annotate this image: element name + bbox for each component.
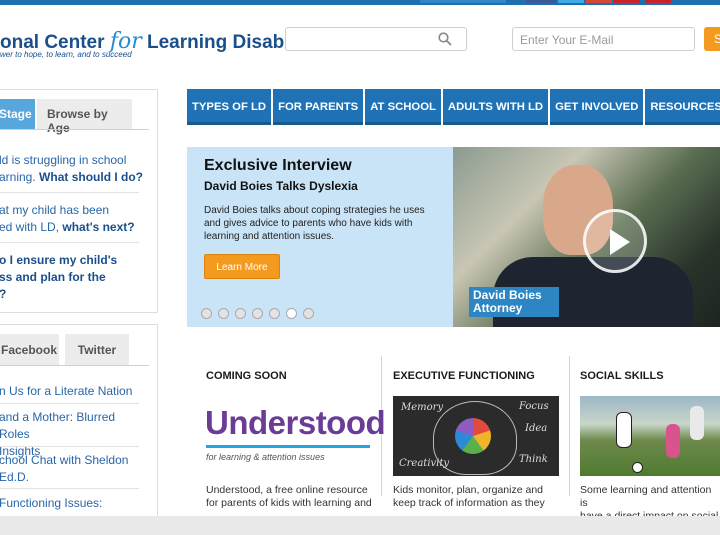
top-bar-button[interactable] xyxy=(420,0,506,3)
nav-at-school[interactable]: AT SCHOOL xyxy=(365,89,441,125)
hero-carousel: Exclusive Interview David Boies Talks Dy… xyxy=(187,147,720,327)
signup-button[interactable]: S xyxy=(704,27,720,51)
bottom-bar xyxy=(0,516,720,535)
image-word: Idea xyxy=(525,423,548,434)
understood-tagline: for learning & attention issues xyxy=(206,452,325,462)
learn-more-button[interactable]: Learn More xyxy=(204,254,280,279)
carousel-dot[interactable] xyxy=(252,308,263,319)
question-text: at my child has been xyxy=(0,203,110,217)
news-item[interactable]: chool Chat with Sheldon Ed.D. xyxy=(0,452,147,486)
column-text: Understood, a free online resource for p… xyxy=(206,484,372,510)
browse-panel: Stage Browse by Age ld is struggling in … xyxy=(0,89,158,313)
divider xyxy=(569,356,570,496)
carousel-dot[interactable] xyxy=(286,308,297,319)
soccer-ball xyxy=(632,462,643,473)
question-item[interactable]: ld is struggling in school arning. What … xyxy=(0,152,144,186)
main-nav: TYPES OF LD FOR PARENTS AT SCHOOL ADULTS… xyxy=(187,89,720,125)
news-item[interactable]: Functioning Issues: xyxy=(0,495,147,512)
search-icon[interactable] xyxy=(438,32,452,46)
social-skills-image[interactable] xyxy=(580,396,720,476)
play-triangle xyxy=(610,229,630,255)
tab-browse-by-age[interactable]: Browse by Age xyxy=(37,99,132,135)
caption-role: Attorney xyxy=(473,301,523,315)
logo-underline xyxy=(206,445,370,448)
column-text-line: keep track of information as they xyxy=(393,497,545,509)
carousel-dot[interactable] xyxy=(303,308,314,319)
column-title[interactable]: COMING SOON xyxy=(206,370,287,382)
executive-functioning-image[interactable]: Memory Focus Idea Creativity Think xyxy=(393,396,559,476)
question-item[interactable]: at my child has been ed with LD, what's … xyxy=(0,202,144,236)
understood-logo[interactable]: Understood xyxy=(205,404,386,442)
carousel-dot[interactable] xyxy=(235,308,246,319)
social-panel: Facebook Twitter n Us for a Literate Nat… xyxy=(0,324,158,524)
news-text: and a Mother: Blurred Roles xyxy=(0,410,116,441)
nav-types-of-ld[interactable]: TYPES OF LD xyxy=(187,89,272,125)
facebook-icon[interactable] xyxy=(526,0,556,3)
nav-for-parents[interactable]: FOR PARENTS xyxy=(273,89,364,125)
hero-title: Exclusive Interview xyxy=(204,157,352,174)
nav-resources[interactable]: RESOURCES xyxy=(645,89,720,125)
pinterest-icon[interactable] xyxy=(614,0,640,3)
image-word: Think xyxy=(519,454,548,465)
email-field[interactable]: Enter Your E-Mail xyxy=(512,27,695,51)
news-item[interactable]: n Us for a Literate Nation xyxy=(0,383,147,400)
question-item[interactable]: o I ensure my child's ss and plan for th… xyxy=(0,252,144,303)
question-link[interactable]: ? xyxy=(0,287,6,301)
tab-facebook[interactable]: Facebook xyxy=(0,334,59,365)
youtube-icon[interactable] xyxy=(645,0,671,3)
video-caption: David Boies Attorney xyxy=(469,287,559,317)
column-title[interactable]: EXECUTIVE FUNCTIONING xyxy=(393,370,535,382)
divider xyxy=(0,446,139,447)
news-text: Ed.D. xyxy=(0,470,30,484)
divider xyxy=(0,488,139,489)
carousel-dots xyxy=(201,308,320,319)
caption-name: David Boies xyxy=(473,288,542,302)
column-text: Kids monitor, plan, organize and keep tr… xyxy=(393,484,545,510)
column-text-line: Some learning and attention is xyxy=(580,484,712,509)
column-text-line: Kids monitor, plan, organize and xyxy=(393,484,544,496)
question-text: ed with LD, xyxy=(0,220,63,234)
nav-adults-with-ld[interactable]: ADULTS WITH LD xyxy=(442,89,549,125)
tab-browse-by-stage[interactable]: Stage xyxy=(0,99,35,129)
image-word: Focus xyxy=(519,401,549,412)
carousel-dot[interactable] xyxy=(269,308,280,319)
news-text: n Us for a Literate Nation xyxy=(0,384,133,398)
hero-text-panel: Exclusive Interview David Boies Talks Dy… xyxy=(187,147,453,327)
image-word: Memory xyxy=(401,402,444,413)
question-link[interactable]: what's next? xyxy=(62,220,134,234)
column-title[interactable]: SOCIAL SKILLS xyxy=(580,370,664,382)
nav-get-involved[interactable]: GET INVOLVED xyxy=(550,89,644,125)
color-wheel xyxy=(455,418,491,454)
divider xyxy=(0,192,139,193)
hero-subtitle: David Boies Talks Dyslexia xyxy=(204,179,358,193)
column-text-line: Understood, a free online resource xyxy=(206,484,368,496)
hero-photo[interactable]: David Boies Attorney xyxy=(453,147,720,327)
site-tagline: wer to hope, to learn, and to succeed xyxy=(0,50,132,59)
kid-figure xyxy=(616,412,632,448)
hero-body: David Boies talks about coping strategie… xyxy=(204,205,425,242)
tab-twitter[interactable]: Twitter xyxy=(65,334,129,365)
carousel-dot[interactable] xyxy=(201,308,212,319)
top-bar xyxy=(0,0,720,5)
question-link[interactable]: What should I do? xyxy=(39,170,143,184)
divider xyxy=(0,242,139,243)
question-text: arning. xyxy=(0,170,40,184)
question-link[interactable]: ss and plan for the xyxy=(0,270,106,284)
carousel-dot[interactable] xyxy=(218,308,229,319)
tab-underline xyxy=(0,365,149,366)
news-text: Functioning Issues: xyxy=(0,496,103,510)
kid-figure xyxy=(666,424,680,458)
question-link[interactable]: o I ensure my child's xyxy=(0,253,117,267)
search-input[interactable] xyxy=(285,27,467,51)
kid-figure xyxy=(690,406,704,440)
news-text: chool Chat with Sheldon xyxy=(0,453,129,467)
divider xyxy=(0,403,139,404)
question-text: ld is struggling in school xyxy=(0,153,127,167)
google-plus-icon[interactable] xyxy=(586,0,612,3)
play-icon[interactable] xyxy=(583,209,647,273)
tab-underline xyxy=(0,129,149,130)
column-text-line: for parents of kids with learning and xyxy=(206,497,372,509)
twitter-icon[interactable] xyxy=(558,0,584,3)
